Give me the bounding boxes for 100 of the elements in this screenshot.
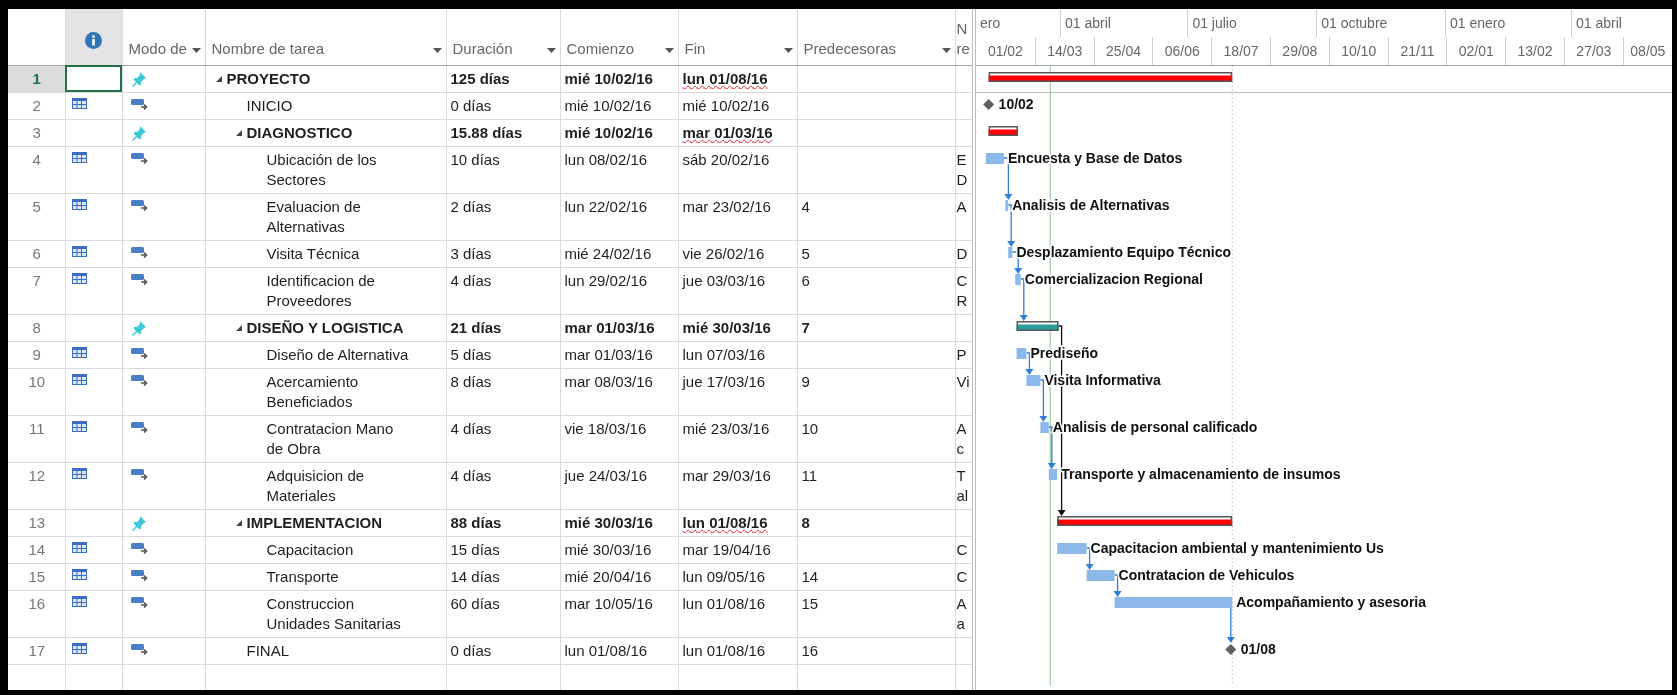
finish-date-text: jue 17/03/16 — [682, 372, 766, 390]
task-name: INICIO — [246, 96, 293, 114]
resource-text: C — [956, 540, 968, 558]
timescale-label: 01 enero — [1450, 15, 1506, 31]
collapse-icon[interactable] — [234, 128, 243, 137]
row-number[interactable]: 8 — [8, 314, 65, 341]
timescale-label: 18/07 — [1223, 43, 1259, 59]
resource-text: E D — [956, 150, 968, 188]
row-number[interactable]: 6 — [8, 240, 65, 267]
start-date-text: lun 22/02/16 — [564, 197, 648, 215]
finish-date-text: lun 01/08/16 — [682, 594, 766, 612]
row-number[interactable]: 16 — [8, 590, 65, 637]
duration-text: 4 días — [450, 466, 492, 484]
row-number[interactable]: 17 — [8, 637, 65, 664]
row-number[interactable]: 9 — [8, 341, 65, 368]
row-number[interactable]: 15 — [8, 563, 65, 590]
resource-text: A — [956, 197, 967, 215]
timescale-label: 08/05 — [1630, 43, 1666, 59]
finish-date-text: mié 30/03/16 — [682, 318, 771, 336]
timescale-label: 01 abril — [1065, 15, 1111, 31]
task-name: Ubicación de los Sectores — [266, 150, 377, 188]
duration-text: 8 días — [450, 372, 492, 390]
finish-date-text: mar 29/03/16 — [682, 466, 771, 484]
start-date-text: mar 10/05/16 — [564, 594, 653, 612]
resource-text: C — [956, 567, 968, 585]
row-number[interactable]: 3 — [8, 119, 65, 146]
task-name: IMPLEMENTACION — [246, 512, 383, 533]
caret-icon[interactable] — [432, 47, 442, 53]
timescale-label: 01 abril — [1576, 15, 1622, 31]
row-number[interactable]: 10 — [8, 368, 65, 415]
summary-bar[interactable] — [988, 126, 1018, 136]
task-name: DISEÑO Y LOGISTICA — [246, 317, 404, 338]
column-header[interactable]: Modo de — [122, 9, 205, 65]
collapse-icon[interactable] — [214, 74, 223, 83]
predecessors-text: 16 — [801, 641, 819, 659]
row-number[interactable]: 11 — [8, 415, 65, 462]
start-date-text: vie 18/03/16 — [564, 419, 647, 437]
collapse-icon[interactable] — [234, 518, 243, 527]
duration-text: 15 días — [450, 540, 500, 558]
caret-icon[interactable] — [783, 47, 793, 53]
indicators-column-header[interactable] — [65, 9, 122, 65]
timescale-label: 29/08 — [1282, 43, 1318, 59]
caret-icon[interactable] — [941, 47, 951, 53]
caret-icon[interactable] — [664, 47, 674, 53]
task-name: PROYECTO — [226, 68, 311, 89]
column-header[interactable]: Predecesoras — [797, 9, 955, 65]
timescale-label: 02/01 — [1458, 43, 1494, 59]
predecessors-text: 9 — [801, 372, 810, 390]
column-header[interactable]: Comienzo — [560, 9, 678, 65]
duration-text: 88 días — [450, 513, 502, 531]
milestone-diamond[interactable] — [983, 99, 995, 110]
caret-icon[interactable] — [191, 47, 201, 53]
row-number[interactable]: 7 — [8, 267, 65, 314]
column-header[interactable]: Duración — [446, 9, 560, 65]
resource-text: D — [956, 244, 968, 262]
row-number[interactable]: 12 — [8, 462, 65, 509]
row-number[interactable]: 4 — [8, 146, 65, 193]
timescale-label: 01/02 — [987, 43, 1023, 59]
timescale-label: 06/06 — [1164, 43, 1200, 59]
column-header[interactable]: Fin — [678, 9, 797, 65]
finish-date-text: mar 23/02/16 — [682, 197, 771, 215]
finish-date-text: lun 09/05/16 — [682, 567, 766, 585]
start-date-text: mié 10/02/16 — [564, 69, 653, 87]
summary-bar[interactable] — [988, 72, 1233, 82]
column-header[interactable]: N re — [955, 9, 972, 65]
caret-icon[interactable] — [546, 47, 556, 53]
row-number[interactable]: 1 — [8, 65, 65, 92]
resource-text: T al — [956, 466, 969, 504]
predecessors-text: 8 — [801, 513, 810, 531]
predecessors-text: 7 — [801, 318, 810, 336]
summary-bar[interactable] — [1016, 321, 1059, 331]
row-number[interactable]: 13 — [8, 509, 65, 536]
start-date-text: jue 24/03/16 — [564, 466, 648, 484]
start-date-text: mié 20/04/16 — [564, 567, 652, 585]
row-number[interactable]: 2 — [8, 92, 65, 119]
row-number[interactable]: 14 — [8, 536, 65, 563]
collapse-icon[interactable] — [234, 323, 243, 332]
predecessors-text: 10 — [801, 419, 819, 437]
bar-label: Analisis de Alternativas — [1012, 197, 1170, 213]
timescale-label: 14/03 — [1047, 43, 1083, 59]
resource-text: P — [956, 345, 967, 363]
start-date-text: lun 29/02/16 — [564, 271, 648, 289]
finish-date-text: lun 01/08/16 — [682, 69, 768, 87]
finish-date-text: lun 01/08/16 — [682, 513, 768, 531]
timescale-label: 01 octubre — [1321, 15, 1388, 31]
duration-text: 0 días — [450, 96, 492, 114]
bar-label: Capacitacion ambiental y mantenimiento Us — [1090, 540, 1384, 556]
summary-bar[interactable] — [1057, 516, 1233, 526]
row-number[interactable]: 5 — [8, 193, 65, 240]
task-name: Capacitacion — [266, 540, 354, 558]
predecessors-text: 6 — [801, 271, 810, 289]
predecessors-text: 11 — [801, 466, 818, 484]
predecessors-text: 14 — [801, 567, 819, 585]
column-header[interactable]: Nombre de tarea — [205, 9, 446, 65]
duration-text: 14 días — [450, 567, 500, 585]
milestone-diamond[interactable] — [1225, 644, 1237, 655]
duration-text: 10 días — [450, 150, 500, 168]
duration-text: 15.88 días — [450, 123, 523, 141]
predecessors-text: 15 — [801, 594, 819, 612]
info-icon — [85, 32, 102, 50]
